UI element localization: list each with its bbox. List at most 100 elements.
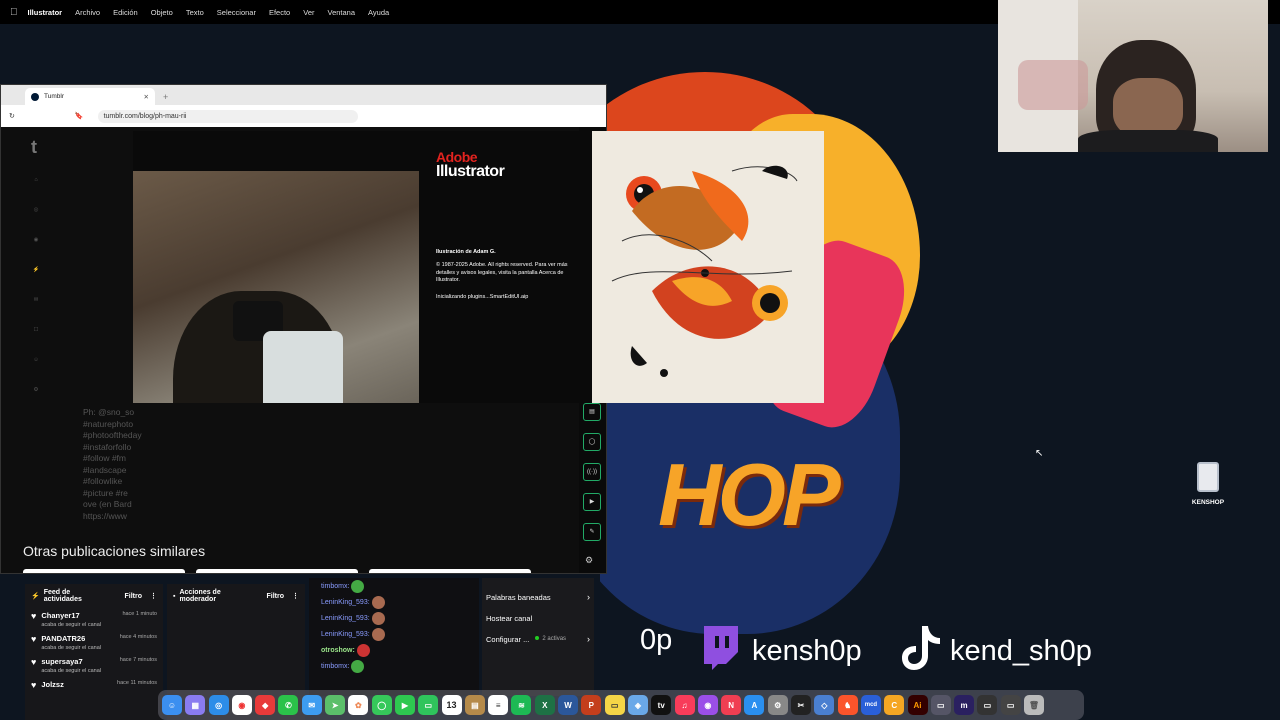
notes-folder-icon[interactable]: ▤ [464, 695, 485, 715]
finder-icon[interactable]: ☺ [162, 695, 182, 715]
sidenav-messages-icon[interactable]: ✉ [21, 297, 51, 303]
feed-user: supersaya7 [41, 657, 83, 666]
finder-window-icon[interactable]: ▭ [930, 695, 951, 715]
appstore-icon[interactable]: A [744, 695, 765, 715]
chat-user[interactable]: timbomx: [321, 583, 349, 590]
notes-icon[interactable]: ▭ [604, 695, 625, 715]
sidenav-communities-icon[interactable]: ◉ [21, 237, 51, 243]
desktop-icon-kenshop[interactable]: KENSHOP [1186, 462, 1230, 506]
related-card[interactable] [196, 569, 358, 573]
chat-message[interactable]: timbomx: [309, 578, 479, 594]
mod-more-icon[interactable]: ⋮ [292, 592, 299, 600]
chat-message[interactable]: LeninKing_593: [309, 626, 479, 642]
preview-icon[interactable]: ◈ [627, 695, 648, 715]
feed-item[interactable]: ♥ PANDATR26 hace 4 minutos acaba de seguir… [25, 631, 163, 654]
messages-icon[interactable]: ◯ [371, 695, 392, 715]
dock-strip-wrench-icon[interactable]: ✎ [583, 523, 601, 541]
mail-icon[interactable]: ✉ [301, 695, 322, 715]
menu-ventana[interactable]: Ventana [328, 8, 356, 17]
new-tab-icon[interactable]: + [163, 92, 168, 102]
cursor-icon[interactable]: C [884, 695, 905, 715]
feed-item[interactable]: ♥ Chanyer17 hace 1 minuto acaba de seguir … [25, 608, 163, 631]
menu-app-name[interactable]: Illustrator [28, 8, 63, 17]
vpn-icon[interactable]: ◇ [814, 695, 835, 715]
chat-user[interactable]: LeninKing_593: [321, 631, 370, 638]
messages2-icon[interactable]: ▭ [418, 695, 439, 715]
menu-host-channel[interactable]: Hostear canal [482, 608, 594, 628]
chrome-icon[interactable]: ◉ [231, 695, 252, 715]
word-icon[interactable]: W [558, 695, 579, 715]
appletv-icon[interactable]: tv [651, 695, 672, 715]
podcasts-icon[interactable]: ◉ [697, 695, 718, 715]
feed-filter-button[interactable]: Filtro [125, 593, 143, 600]
menu-edicion[interactable]: Edición [113, 8, 138, 17]
related-card[interactable] [23, 569, 185, 573]
dock-strip-notes-icon[interactable]: ▤ [583, 403, 601, 421]
menu-banned-words[interactable]: Palabras baneadas › [482, 587, 594, 607]
capcut-icon[interactable]: ✂ [791, 695, 812, 715]
window1-icon[interactable]: ▭ [977, 695, 998, 715]
chat-message[interactable]: LeninKing_593: [309, 610, 479, 626]
close-tab-icon[interactable]: ✕ [144, 93, 149, 101]
facetime-icon[interactable]: ▶ [394, 695, 415, 715]
calendar-icon[interactable]: 13 [441, 695, 462, 715]
brave-icon[interactable]: ♞ [837, 695, 858, 715]
sidenav-home-icon[interactable]: ⌂ [21, 177, 51, 183]
dock-strip-broadcast-icon[interactable]: ((·)) [583, 463, 601, 481]
feed-more-icon[interactable]: ⋮ [150, 592, 157, 600]
powerpoint-icon[interactable]: P [581, 695, 602, 715]
menu-objeto[interactable]: Objeto [151, 8, 173, 17]
photos-icon[interactable]: ✿ [348, 695, 369, 715]
feed-item[interactable]: ♥ Jolzsz hace 11 minutos [25, 677, 163, 693]
sidenav-explore-icon[interactable]: ◎ [21, 207, 51, 213]
music-icon[interactable]: ♫ [674, 695, 695, 715]
chat-message[interactable]: otroshow: [309, 642, 479, 658]
sidenav-inbox-icon[interactable]: ☐ [21, 327, 51, 333]
feed-item[interactable]: ♥ supersaya7 hace 7 minutos acaba de segui… [25, 654, 163, 677]
menu-ayuda[interactable]: Ayuda [368, 8, 389, 17]
dock-strip-video-icon[interactable]: ▶ [583, 493, 601, 511]
dock-strip-chat-icon[interactable]: ◯ [583, 433, 601, 451]
settings-icon[interactable]: ⚙ [767, 695, 788, 715]
sidenav-settings-icon[interactable]: ⚙ [21, 387, 51, 393]
maps-icon[interactable]: ➤ [325, 695, 346, 715]
url-field[interactable]: tumblr.com/blog/ph-mau-rii [97, 109, 358, 123]
spotify-icon[interactable]: ≋ [511, 695, 532, 715]
chat-message[interactable]: LeninKing_593: [309, 594, 479, 610]
menu-efecto[interactable]: Efecto [269, 8, 290, 17]
menu-texto[interactable]: Texto [186, 8, 204, 17]
chat-user[interactable]: timbomx: [321, 663, 349, 670]
sidenav-activity-icon[interactable]: ⚡ [21, 267, 51, 273]
screens-icon[interactable]: ◆ [255, 695, 276, 715]
mcd-icon[interactable]: mcd [860, 695, 881, 715]
dock-strip-settings-icon[interactable]: ⚙ [585, 555, 593, 566]
splash-text-block: Adobe Illustrator Ilustración de Adam G.… [436, 149, 576, 300]
trash-icon[interactable]: 🗑 [1023, 695, 1044, 715]
bookmark-icon[interactable]: 🔖 [75, 112, 84, 120]
launchpad-icon[interactable]: ▦ [185, 695, 206, 715]
menu-configure[interactable]: Configurar ... 2 activas › [482, 629, 594, 649]
apple-icon[interactable]:  [10, 7, 18, 18]
tumblr-logo-icon[interactable]: t [31, 137, 37, 158]
sidenav-account-icon[interactable]: ☺ [21, 357, 51, 363]
splash-photo-photographer [133, 171, 419, 403]
related-card[interactable] [369, 569, 531, 573]
news-icon[interactable]: N [721, 695, 742, 715]
reload-icon[interactable]: ↻ [9, 112, 15, 120]
chat-message[interactable]: timbomx: [309, 658, 479, 674]
menu-seleccionar[interactable]: Seleccionar [217, 8, 256, 17]
marker-icon[interactable]: m [954, 695, 975, 715]
window2-icon[interactable]: ▭ [1000, 695, 1021, 715]
menu-archivo[interactable]: Archivo [75, 8, 100, 17]
reminders-icon[interactable]: ≡ [488, 695, 509, 715]
safari-icon[interactable]: ◎ [208, 695, 229, 715]
chat-user[interactable]: otroshow: [321, 647, 355, 654]
chat-user[interactable]: LeninKing_593: [321, 615, 370, 622]
chat-user[interactable]: LeninKing_593: [321, 599, 370, 606]
menu-ver[interactable]: Ver [303, 8, 314, 17]
whatsapp-icon[interactable]: ✆ [278, 695, 299, 715]
browser-tab-tumblr[interactable]: Tumblr ✕ [25, 88, 155, 105]
mod-filter-button[interactable]: Filtro [267, 593, 285, 600]
excel-icon[interactable]: X [534, 695, 555, 715]
illustrator-icon[interactable]: Ai [907, 695, 928, 715]
